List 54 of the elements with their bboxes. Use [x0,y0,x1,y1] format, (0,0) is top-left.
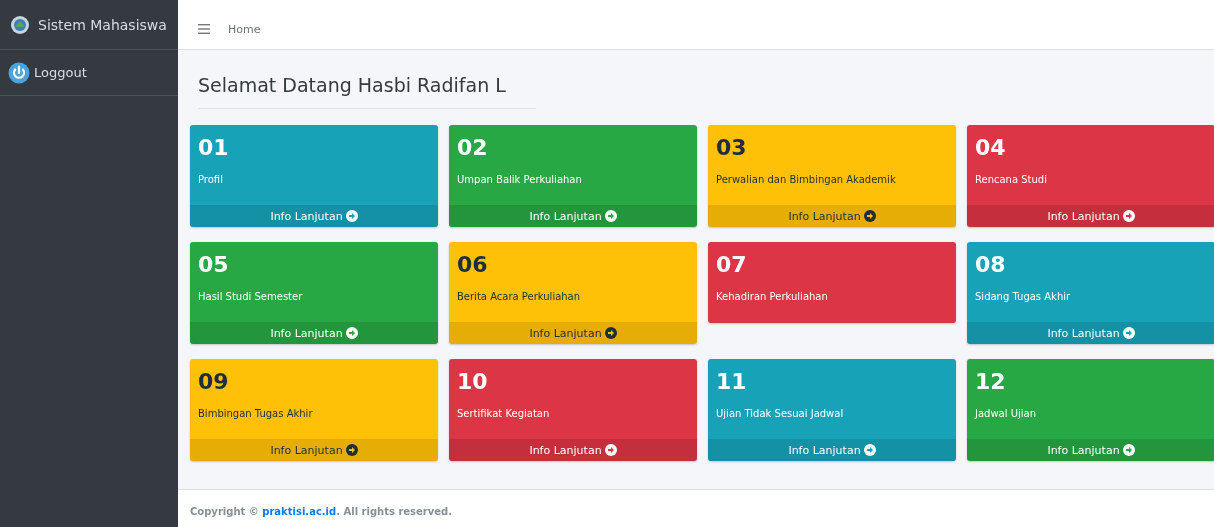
card-number: 10 [456,368,489,395]
arrow-circle-icon [863,444,876,456]
card-label: Hasil Studi Semester [197,290,304,304]
card-number: 03 [715,134,748,161]
arrow-circle-icon [604,444,617,456]
info-link[interactable]: Info Lanjutan [708,205,956,227]
home-link[interactable]: Home [228,24,261,36]
card-number: 07 [715,251,748,278]
arrow-circle-icon [863,210,876,222]
info-link[interactable]: Info Lanjutan [967,322,1214,344]
card-number: 01 [197,134,230,161]
card-number: 11 [715,368,748,395]
card-number: 02 [456,134,489,161]
card-number: 12 [974,368,1007,395]
arrow-circle-icon [345,210,358,222]
card-number: 06 [456,251,489,278]
card-label: Sidang Tugas Akhir [974,290,1072,304]
card-label: Profil [197,173,224,187]
info-link[interactable]: Info Lanjutan [449,322,697,344]
menu-icon[interactable] [198,24,210,34]
card-label: Perwalian dan Bimbingan Akademik [715,173,897,187]
arrow-circle-icon [604,210,617,222]
info-link[interactable]: Info Lanjutan [190,439,438,461]
arrow-circle-icon [1122,444,1135,456]
info-link[interactable]: Info Lanjutan [449,439,697,461]
page-title: Selamat Datang Hasbi Radifan L [198,72,536,109]
info-link[interactable]: Info Lanjutan [967,205,1214,227]
card-number: 04 [974,134,1007,161]
card-number: 05 [197,251,230,278]
card-label: Umpan Balik Perkuliahan [456,173,583,187]
logo-icon [10,14,30,35]
power-icon [8,61,30,84]
card-label: Jadwal Ujian [973,407,1038,421]
card-label: Berita Acara Perkuliahan [456,290,582,304]
card-label: Kehadiran Perkuliahan [715,290,829,304]
info-link[interactable]: Info Lanjutan [190,322,438,344]
arrow-circle-icon [345,327,358,339]
arrow-circle-icon [604,327,617,339]
card-label: Bimbingan Tugas Akhir [197,407,314,421]
arrow-circle-icon [1122,327,1135,339]
arrow-circle-icon [345,444,358,456]
card-label: Rencana Studi [974,173,1048,187]
card-label: Ujian Tidak Sesuai Jadwal [715,407,845,421]
info-link[interactable]: Info Lanjutan [190,205,438,227]
card-number: 09 [197,368,230,395]
arrow-circle-icon [1122,210,1135,222]
info-link[interactable]: Info Lanjutan [449,205,697,227]
brand-name[interactable]: Sistem Mahasiswa [38,14,167,35]
info-link[interactable]: Info Lanjutan [708,439,956,461]
card-label: Sertifikat Kegiatan [456,407,551,421]
sidebar-item[interactable]: Loggout [0,50,178,96]
copyright-text: Copyright © praktisi.ac.id. All rights reserved. [190,506,453,517]
card-number: 08 [974,251,1007,278]
info-link[interactable]: Info Lanjutan [967,439,1214,461]
